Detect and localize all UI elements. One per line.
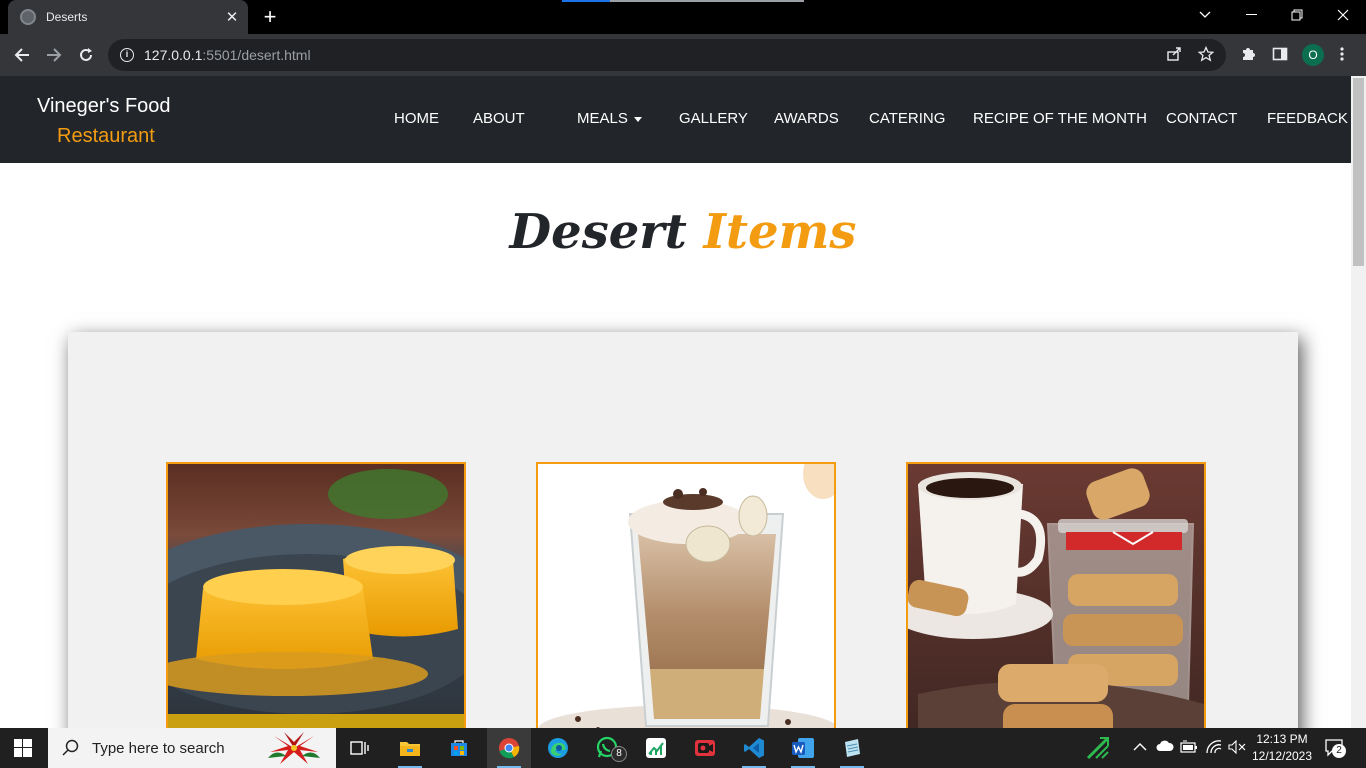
whatsapp-badge: 8 [611,746,627,762]
url-path: :5501/desert.html [202,47,311,63]
share-icon[interactable] [1166,46,1182,66]
stock-chart-app-icon[interactable] [634,728,678,768]
nav-awards[interactable]: AWARDS [774,110,839,127]
new-tab-button[interactable]: + [258,4,282,30]
custard-pudding-image [168,464,464,728]
dessert-gallery-panel [68,332,1298,728]
windows-start-icon[interactable] [14,739,32,762]
page-scrollbar[interactable] [1351,76,1366,728]
nav-recipe-of-the-month[interactable]: RECIPE OF THE MONTH [973,110,1147,127]
microsoft-store-icon[interactable] [437,728,481,768]
notepad-icon[interactable] [830,728,874,768]
tab-close-icon[interactable]: ✕ [220,8,244,26]
speaker-muted-icon[interactable] [1228,739,1246,757]
notification-center-icon[interactable]: 2 [1324,738,1346,761]
back-arrow-icon[interactable] [8,42,36,68]
address-bar[interactable]: i 127.0.0.1:5501/desert.html [108,39,1226,71]
word-icon[interactable] [781,728,825,768]
nav-catering[interactable]: CATERING [869,110,945,127]
globe-icon [20,9,36,25]
forward-arrow-icon[interactable] [40,42,68,68]
browser-tab-strip: Deserts ✕ + [0,0,1366,34]
chrome-taskbar-icon[interactable] [487,728,531,768]
page-viewport: Vineger's Food Restaurant HOME ABOUT MEA… [0,76,1366,728]
windows-taskbar: Type here to search 8 12:13 PM 12/12/202… [0,728,1366,768]
nav-about[interactable]: ABOUT [473,110,525,127]
parfait-image [538,464,834,728]
tab-loading-indicator [562,0,804,2]
clock-date: 12/12/2023 [1251,749,1313,763]
search-placeholder: Type here to search [92,739,225,757]
wifi-icon[interactable] [1205,739,1223,758]
taskbar-search-box[interactable]: Type here to search [48,728,336,768]
taskbar-clock[interactable]: 12:13 PM 12/12/2023 [1248,731,1316,765]
poinsettia-icon [268,732,320,764]
file-explorer-icon[interactable] [388,728,432,768]
profile-avatar[interactable]: O [1302,44,1324,66]
page-title-word1: Desert [509,204,687,260]
network-usage-icon[interactable] [1086,736,1110,763]
vscode-icon[interactable] [732,728,776,768]
clock-time: 12:13 PM [1256,732,1308,746]
page-title-word2: Items [703,204,857,260]
minimize-icon[interactable] [1228,0,1274,30]
scrollbar-thumb[interactable] [1353,78,1364,266]
nav-meals[interactable]: MEALS [577,110,642,127]
chevron-up-icon[interactable] [1133,740,1147,755]
task-view-icon[interactable] [338,728,382,768]
url-host: 127.0.0.1 [144,47,203,63]
notification-count-badge: 2 [1332,744,1346,758]
dessert-card-biscotti[interactable] [906,462,1206,728]
edge-icon[interactable] [536,728,580,768]
logo-subtitle[interactable]: Restaurant [57,125,155,148]
bookmark-star-icon[interactable] [1197,45,1215,66]
caret-down-icon [633,116,642,122]
tab-title: Deserts [46,10,88,24]
browser-tab[interactable]: Deserts ✕ [8,0,248,34]
tab-search-chevron-icon[interactable] [1182,0,1228,30]
nav-meals-label: MEALS [577,110,628,127]
dessert-card-parfait[interactable] [536,462,836,728]
browser-toolbar: i 127.0.0.1:5501/desert.html O [0,34,1366,76]
page-title: Desert Items [0,204,1366,260]
screen-recorder-icon[interactable] [683,728,727,768]
dessert-card-custard[interactable] [166,462,466,728]
battery-icon[interactable] [1180,740,1198,757]
nav-home[interactable]: HOME [394,110,439,127]
reload-icon[interactable] [72,42,100,68]
nav-feedback[interactable]: FEEDBACK [1267,110,1348,127]
whatsapp-icon[interactable]: 8 [585,728,629,768]
side-panel-icon[interactable] [1272,46,1288,67]
biscotti-image [908,464,1204,728]
site-header: Vineger's Food Restaurant HOME ABOUT MEA… [0,76,1351,163]
extensions-puzzle-icon[interactable] [1240,46,1256,67]
search-icon [62,739,79,756]
site-info-icon[interactable]: i [120,48,134,62]
close-window-icon[interactable] [1320,0,1366,30]
onedrive-cloud-icon[interactable] [1156,740,1174,755]
nav-contact[interactable]: CONTACT [1166,110,1237,127]
restore-icon[interactable] [1274,0,1320,30]
kebab-menu-icon[interactable] [1340,46,1344,67]
nav-gallery[interactable]: GALLERY [679,110,748,127]
logo-name[interactable]: Vineger's Food [37,95,171,118]
